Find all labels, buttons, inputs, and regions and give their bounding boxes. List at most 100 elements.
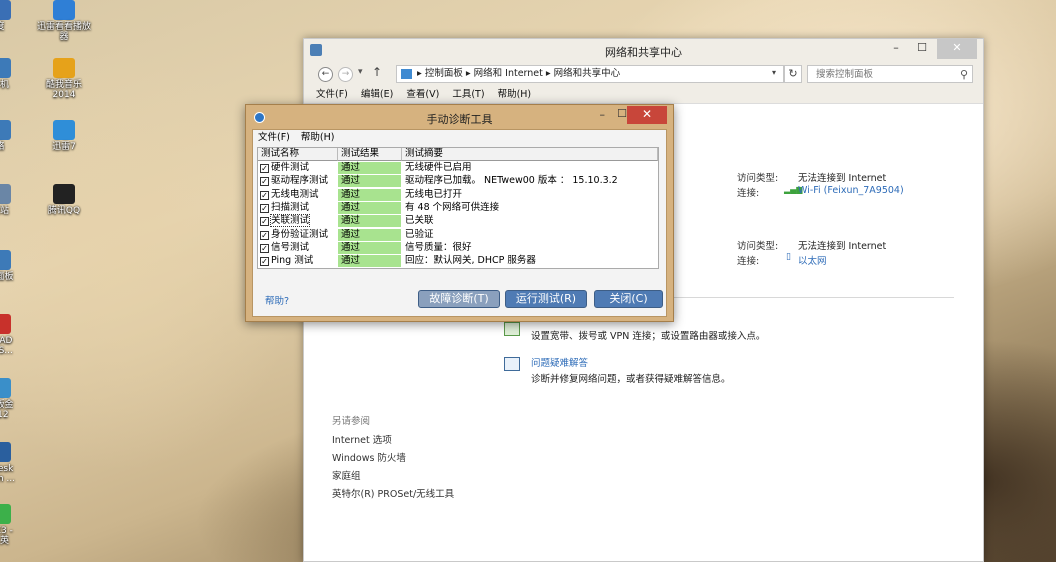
forward-arrow-icon[interactable]: → xyxy=(338,67,353,82)
table-row[interactable]: ✓ 身份验证测试 通过 已验证 xyxy=(258,228,658,242)
test-checkbox[interactable]: ✓ xyxy=(260,177,269,187)
ethernet-connection-link[interactable]: 以太网 xyxy=(798,253,827,267)
troubleshoot-link[interactable]: 问题疑难解答 xyxy=(531,355,588,369)
desktop-icon-label: oCAD l - S... xyxy=(0,336,13,356)
see-also-firewall[interactable]: Windows 防火墙 xyxy=(332,450,406,464)
menu-help[interactable]: 帮助(H) xyxy=(498,89,532,100)
table-row[interactable]: ✓ Ping 测试 通过 回应：默认网关, DHCP 服务器 xyxy=(258,255,658,268)
window-titlebar[interactable]: 网络和共享中心 – ☐ ✕ xyxy=(304,39,983,61)
up-arrow-icon[interactable]: ↑ xyxy=(372,65,382,79)
test-name-cell: ✓ 驱动程序测试 xyxy=(258,175,337,187)
test-name: Ping 测试 xyxy=(271,255,314,267)
dialog-close-button[interactable]: ✕ xyxy=(627,106,667,124)
test-results-table: 测试名称 测试结果 测试摘要 ✓ 硬件测试 通过 无线硬件已启用 ✓ 驱动程序测试 通过 驱动… xyxy=(257,147,659,269)
table-row[interactable]: ✓ 信号测试 通过 信号质量：很好 xyxy=(258,241,658,255)
column-header-test-name[interactable]: 测试名称 xyxy=(258,148,338,161)
search-input[interactable] xyxy=(808,66,948,82)
close-dialog-button[interactable]: 关闭(C) xyxy=(594,290,663,308)
table-row[interactable]: ✓ 驱动程序测试 通过 驱动程序已加载。 NETwew00 版本 ： 15.10.3.… xyxy=(258,175,658,188)
dialog-maximize-button[interactable]: ☐ xyxy=(617,107,627,120)
test-checkbox[interactable]: ✓ xyxy=(260,257,269,267)
table-row[interactable]: ✓ 硬件测试 通过 无线硬件已启用 xyxy=(258,162,658,175)
maximize-button[interactable]: ☐ xyxy=(909,39,935,59)
minimize-button[interactable]: – xyxy=(883,39,909,59)
address-history-chevron-icon[interactable]: ▾ xyxy=(766,65,782,83)
breadcrumb-path[interactable]: 控制面板 ▸ 网络和 Internet ▸ 网络和共享中心 xyxy=(425,68,620,79)
dialog-menu-file[interactable]: 文件(F) xyxy=(258,132,290,143)
run-test-button[interactable]: 运行测试(R) xyxy=(505,290,587,308)
test-summary-cell: 信号质量：很好 xyxy=(405,241,472,253)
test-result-cell: 通过 xyxy=(338,255,401,268)
test-name: 硬件测试 xyxy=(271,162,310,173)
desktop-icon[interactable]: 酷我音乐2014 xyxy=(36,58,92,100)
refresh-icon[interactable]: ↻ xyxy=(784,65,802,83)
see-also-homegroup[interactable]: 家庭组 xyxy=(332,468,361,482)
test-checkbox[interactable]: ✓ xyxy=(260,243,269,253)
desktop-icon[interactable]: 迅雷7 xyxy=(36,120,92,152)
desktop-icon[interactable]: 收站 xyxy=(0,184,28,216)
table-row[interactable]: ✓ 扫描测试 通过有 48 个网络可供连接 xyxy=(258,201,658,215)
troubleshoot-desc: 诊断并修复网络问题，或者获得疑难解答信息。 xyxy=(531,374,731,385)
app-shortcut-icon xyxy=(0,378,11,398)
menu-view[interactable]: 查看(V) xyxy=(406,89,439,100)
desktop-icon[interactable]: odesk sign ... xyxy=(0,442,28,484)
breadcrumb-prefix: ▸ xyxy=(417,68,422,79)
test-name: 关联测试 xyxy=(269,214,311,228)
test-summary-cell: 回应：默认网关, DHCP 服务器 xyxy=(405,255,536,267)
see-also-intel-proset[interactable]: 英特尔(R) PROSet/无线工具 xyxy=(332,486,454,500)
desktop-icon-label: 度 xyxy=(0,22,28,32)
test-result-cell: 通过 xyxy=(338,241,401,254)
desktop-icon[interactable]: oCAD l - S... xyxy=(0,314,28,356)
desktop-icon[interactable]: 度 xyxy=(0,0,28,32)
test-checkbox[interactable]: ✓ xyxy=(260,203,269,213)
troubleshoot-button[interactable]: 故障诊断(T) xyxy=(418,290,500,308)
desktop-icon[interactable]: 络 xyxy=(0,120,28,152)
setup-connection-icon xyxy=(504,322,520,336)
desktop-icon[interactable]: 迅雷看看播放器 xyxy=(36,0,92,42)
address-breadcrumb[interactable]: ▸ 控制面板 ▸ 网络和 Internet ▸ 网络和共享中心 xyxy=(396,65,784,83)
dialog-minimize-button[interactable]: – xyxy=(600,108,606,121)
desktop-icon[interactable]: 板钣金 012 xyxy=(0,378,28,420)
menu-edit[interactable]: 编辑(E) xyxy=(361,89,393,100)
test-checkbox[interactable]: ✓ xyxy=(260,230,269,240)
desktop-icon-label: 络 xyxy=(0,142,28,152)
column-header-test-result[interactable]: 测试结果 xyxy=(338,148,402,161)
test-name-cell: ✓ 关联测试 xyxy=(258,214,337,228)
see-also-internet-options[interactable]: Internet 选项 xyxy=(332,432,392,446)
desktop-icon-label: MX3 - 豆英 xyxy=(0,526,13,546)
see-also-heading: 另请参阅 xyxy=(332,416,371,427)
help-link[interactable]: 帮助? xyxy=(265,293,289,307)
test-checkbox[interactable]: ✓ xyxy=(260,217,269,227)
wifi-connection-link[interactable]: Wi-Fi (Feixun_7A9504) xyxy=(798,185,904,196)
desktop-icon[interactable]: 制面板 xyxy=(0,250,28,282)
back-arrow-icon[interactable]: ← xyxy=(318,67,333,82)
dialog-menu-help[interactable]: 帮助(H) xyxy=(301,132,335,143)
recent-pages-dropdown-icon[interactable]: ▾ xyxy=(358,67,363,77)
menu-tools[interactable]: 工具(T) xyxy=(452,89,484,100)
test-checkbox[interactable]: ✓ xyxy=(260,190,269,200)
desktop-icon[interactable]: 算机 xyxy=(0,58,28,90)
test-name-cell: ✓ Ping 测试 xyxy=(258,255,337,267)
close-button[interactable]: ✕ xyxy=(937,39,977,59)
test-summary-cell: 无线硬件已启用 xyxy=(405,162,472,173)
test-name-cell: ✓ 信号测试 xyxy=(258,242,337,254)
table-row[interactable]: ✓ 无线电测试 通过 无线电已打开 xyxy=(258,188,658,202)
test-summary-cell: 已关联 xyxy=(405,215,434,227)
table-row[interactable]: ✓ 关联测试 通过 已关联 xyxy=(258,214,658,228)
desktop-icon[interactable]: 腾讯QQ xyxy=(36,184,92,216)
search-box[interactable]: ⚲ xyxy=(807,65,973,83)
column-header-test-summary[interactable]: 测试摘要 xyxy=(402,148,658,161)
menu-file[interactable]: 文件(F) xyxy=(316,89,348,100)
test-name: 信号测试 xyxy=(271,241,310,253)
test-result-cell: 通过 xyxy=(338,228,401,241)
desktop-icon[interactable]: MX3 - 豆英 xyxy=(0,504,28,546)
test-name: 身份验证测试 xyxy=(271,228,329,240)
dialog-titlebar[interactable]: 手动诊断工具 – ☐ ✕ xyxy=(246,105,673,129)
address-bar-row: ← → ▾ ↑ ▸ 控制面板 ▸ 网络和 Internet ▸ 网络和共享中心 … xyxy=(304,61,983,87)
desktop-icon-label: 算机 xyxy=(0,80,9,90)
test-checkbox[interactable]: ✓ xyxy=(260,164,269,173)
app-shortcut-icon xyxy=(0,442,11,462)
search-icon[interactable]: ⚲ xyxy=(960,68,968,81)
test-result-cell: 通过 xyxy=(338,162,401,174)
window-title: 网络和共享中心 xyxy=(605,46,682,59)
